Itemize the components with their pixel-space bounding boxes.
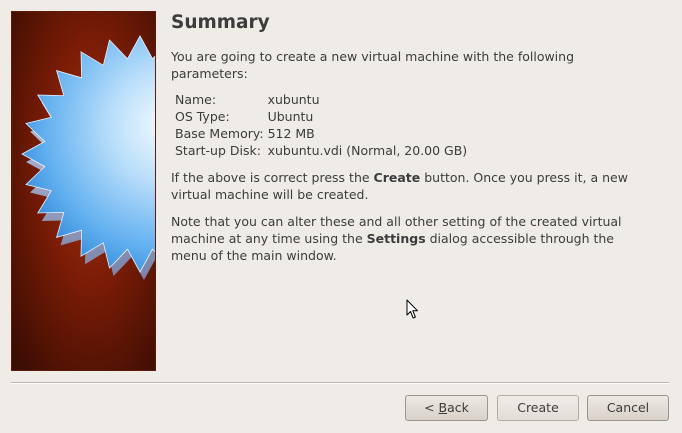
intro-text: You are going to create a new virtual ma… <box>171 49 575 81</box>
page-title: Summary <box>171 12 270 33</box>
note-text: Note that you can alter these and all ot… <box>171 213 651 264</box>
parameter-value: 512 MB <box>267 126 315 141</box>
parameter-row: Base Memory: 512 MB <box>175 125 467 142</box>
confirm-text-part: If the above is correct press the <box>171 170 374 185</box>
parameter-row: Name: xubuntu <box>175 91 467 108</box>
summary-content: Summary You are going to create a new vi… <box>171 10 666 264</box>
wizard-banner-image <box>11 11 156 371</box>
virtualbox-star-banner <box>12 12 155 370</box>
create-button[interactable]: Create <box>497 395 579 421</box>
confirm-text-create-word: Create <box>373 170 421 185</box>
parameter-row: Start-up Disk: xubuntu.vdi (Normal, 20.00… <box>175 142 467 159</box>
confirm-text: If the above is correct press the Create… <box>171 169 651 203</box>
note-text-settings-word: Settings <box>366 231 426 246</box>
parameter-key: OS Type: <box>175 109 230 124</box>
parameter-value: Ubuntu <box>267 109 314 124</box>
parameter-row: OS Type: Ubuntu <box>175 108 467 125</box>
button-separator <box>11 382 669 384</box>
create-button-label: Create <box>517 400 559 415</box>
cancel-button[interactable]: Cancel <box>587 395 669 421</box>
parameter-value: xubuntu <box>267 92 320 107</box>
cancel-button-label: Cancel <box>606 400 650 415</box>
parameter-key: Name: <box>175 92 217 107</box>
parameter-value: xubuntu.vdi (Normal, 20.00 GB) <box>267 143 468 158</box>
mouse-pointer-icon <box>406 299 418 319</box>
parameters-table: Name: xubuntu OS Type: Ubuntu Base Memory: 51… <box>175 91 467 159</box>
back-button[interactable]: < Back <box>405 395 488 421</box>
new-vm-wizard-summary: Summary You are going to create a new vi… <box>0 0 682 433</box>
parameter-key: Start-up Disk: <box>175 143 261 158</box>
back-button-label: ack <box>447 400 469 415</box>
back-button-mnemonic: B <box>438 400 448 415</box>
back-button-prefix: < <box>424 400 439 415</box>
parameter-key: Base Memory: <box>175 126 264 141</box>
